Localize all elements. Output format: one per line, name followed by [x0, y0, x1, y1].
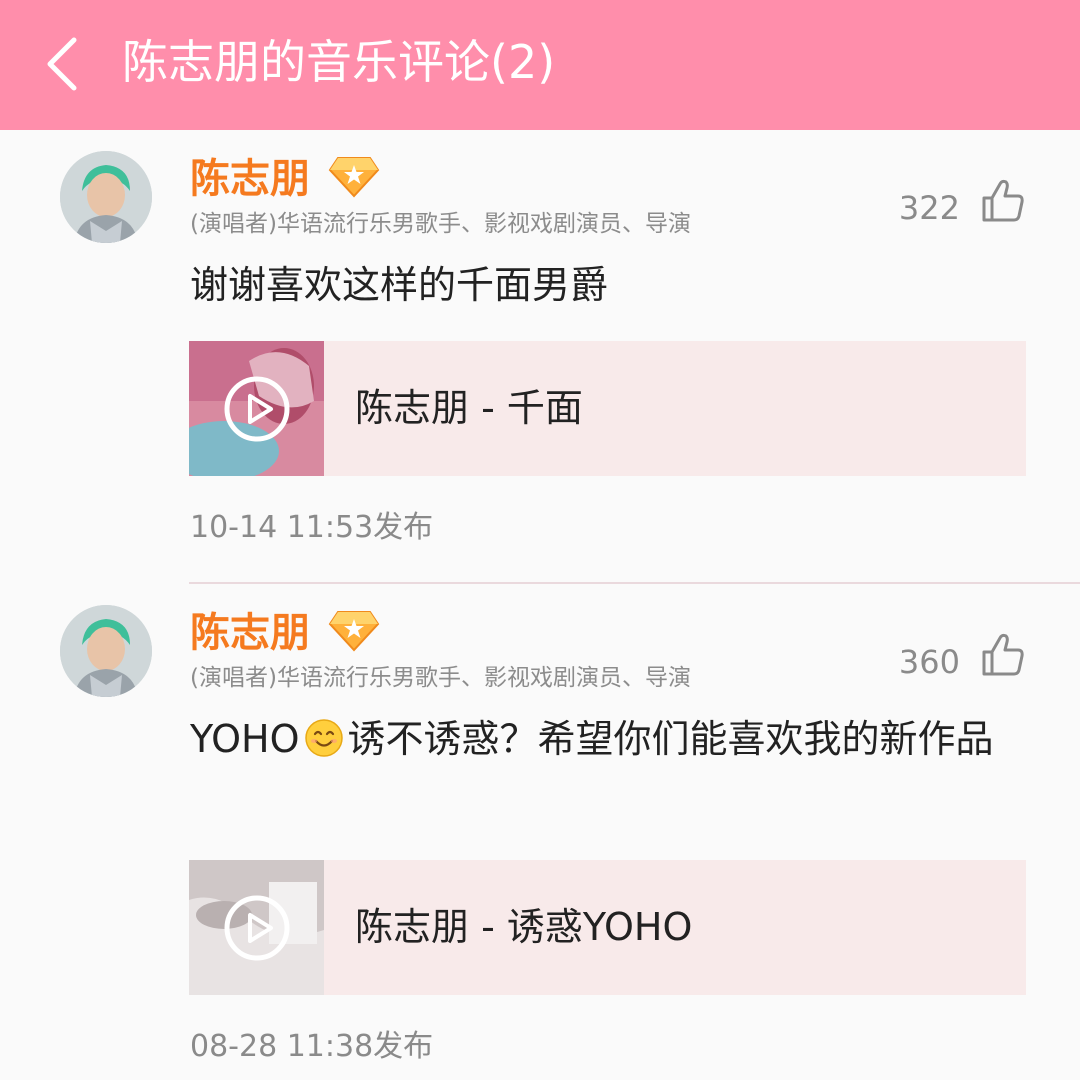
- comment-item: 陈志朋 (演唱者)华语流行乐男歌手、影视戏剧演员、导演 360 YOHO 诱不诱…: [0, 584, 1080, 1080]
- user-title: (演唱者)华语流行乐男歌手、影视戏剧演员、导演: [190, 665, 691, 691]
- thumbs-up-icon[interactable]: [980, 632, 1026, 678]
- play-icon[interactable]: [223, 375, 291, 443]
- post-time: 08-28 11:38发布: [190, 1029, 434, 1064]
- comment-item: 陈志朋 (演唱者)华语流行乐男歌手、影视戏剧演员、导演 322 谢谢喜欢这样的千…: [0, 130, 1080, 582]
- comment-text-suffix: 诱不诱惑？希望你们能喜欢我的新作品: [347, 717, 994, 761]
- play-icon[interactable]: [223, 894, 291, 962]
- album-cover: [189, 860, 324, 995]
- song-title: 陈志朋 - 诱惑YOHO: [355, 905, 693, 949]
- avatar[interactable]: [60, 151, 152, 243]
- user-name[interactable]: 陈志朋: [190, 610, 310, 656]
- comment-text-prefix: YOHO: [190, 717, 300, 761]
- diamond-badge-icon: [328, 157, 380, 198]
- avatar-image: [60, 151, 152, 243]
- post-time: 10-14 11:53发布: [190, 510, 434, 545]
- like-count: 322: [898, 189, 960, 227]
- comment-text: YOHO 诱不诱惑？希望你们能喜欢我的新作品: [190, 708, 1010, 770]
- album-cover: [189, 341, 324, 476]
- page-title: 陈志朋的音乐评论(2): [122, 35, 556, 89]
- diamond-badge-icon: [328, 611, 380, 652]
- smile-emoji-icon: [304, 719, 343, 757]
- thumbs-up-icon[interactable]: [980, 178, 1026, 224]
- comment-text: 谢谢喜欢这样的千面男爵: [190, 263, 609, 307]
- user-name[interactable]: 陈志朋: [190, 156, 310, 202]
- like-count: 360: [898, 643, 960, 681]
- avatar-image: [60, 605, 152, 697]
- back-arrow-icon[interactable]: [42, 36, 82, 92]
- song-card[interactable]: 陈志朋 - 诱惑YOHO: [189, 860, 1026, 995]
- top-bar: 陈志朋的音乐评论(2): [0, 0, 1080, 130]
- avatar[interactable]: [60, 605, 152, 697]
- song-card[interactable]: 陈志朋 - 千面: [189, 341, 1026, 476]
- song-title: 陈志朋 - 千面: [355, 386, 583, 430]
- user-title: (演唱者)华语流行乐男歌手、影视戏剧演员、导演: [190, 211, 691, 237]
